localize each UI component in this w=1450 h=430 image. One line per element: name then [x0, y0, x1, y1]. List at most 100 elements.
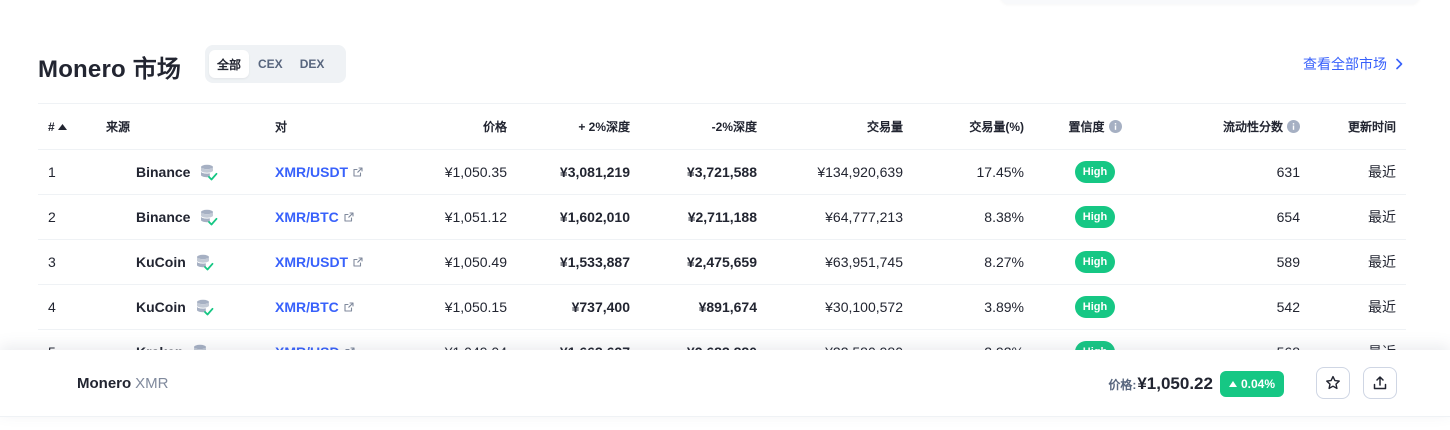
- cell-depth-minus: ¥3,721,588: [686, 164, 757, 180]
- sticky-price-bar: Monero XMR 价格: ¥1,050.22 0.04%: [0, 350, 1450, 417]
- pair-link[interactable]: XMR/USDT: [275, 164, 348, 180]
- confidence-badge: High: [1075, 161, 1115, 183]
- col-source[interactable]: 来源: [96, 104, 265, 150]
- markets-table-body: 1 Binance XMR/USDT ¥1,050.35 ¥3,081,219 ¥3,72…: [38, 150, 1406, 375]
- share-button[interactable]: [1363, 367, 1397, 399]
- verified-exchange-icon: [196, 205, 220, 229]
- page-title: Monero 市场: [38, 56, 182, 83]
- cell-liquidity: 631: [1156, 150, 1310, 195]
- verified-exchange-icon: [192, 295, 216, 319]
- cell-price: ¥1,050.35: [444, 164, 507, 180]
- markets-header: Monero 市场 全部 CEX DEX 查看全部市场: [38, 44, 1405, 84]
- cell-confidence: High: [1034, 150, 1156, 195]
- price-change-value: 0.04%: [1240, 377, 1275, 391]
- cell-source[interactable]: KuCoin: [96, 285, 265, 330]
- source-name: Binance: [136, 209, 191, 225]
- col-volume-pct[interactable]: 交易量(%): [913, 104, 1034, 150]
- sort-asc-icon: [57, 123, 67, 130]
- col-volume[interactable]: 交易量: [767, 104, 913, 150]
- pair-link[interactable]: XMR/BTC: [275, 209, 339, 225]
- coin-title: Monero XMR: [77, 375, 169, 392]
- cell-depth-plus: ¥3,081,219: [559, 164, 630, 180]
- cell-source[interactable]: KuCoin: [96, 240, 265, 285]
- cell-price: ¥1,050.15: [444, 299, 507, 315]
- cell-source[interactable]: Binance: [96, 195, 265, 240]
- cell-volume: ¥30,100,572: [825, 299, 903, 315]
- table-row: 4 KuCoin XMR/BTC ¥1,050.15 ¥737,400 ¥891,674 ¥…: [38, 285, 1406, 330]
- cell-pair[interactable]: XMR/BTC: [265, 285, 401, 330]
- cell-liquidity: 542: [1156, 285, 1310, 330]
- table-row: 2 Binance XMR/BTC ¥1,051.12 ¥1,602,010 ¥2,711…: [38, 195, 1406, 240]
- price-label: 价格:: [1108, 377, 1137, 392]
- source-name: Binance: [136, 164, 191, 180]
- confidence-badge: High: [1075, 251, 1115, 273]
- col-liquidity[interactable]: 流动性分数: [1156, 104, 1310, 150]
- cell-rank: 1: [48, 164, 56, 180]
- cell-pair[interactable]: XMR/BTC: [265, 195, 401, 240]
- top-search-box[interactable]: [1000, 0, 1420, 4]
- cell-liquidity: 654: [1156, 195, 1310, 240]
- table-row: 1 Binance XMR/USDT ¥1,050.35 ¥3,081,219 ¥3,72…: [38, 150, 1406, 195]
- price-change-badge: 0.04%: [1219, 371, 1284, 397]
- price-value: ¥1,050.22: [1137, 374, 1213, 393]
- tab-all[interactable]: 全部: [209, 50, 250, 78]
- verified-exchange-icon: [196, 160, 220, 184]
- col-depth-minus[interactable]: -2%深度: [640, 104, 767, 150]
- cell-rank: 3: [48, 254, 56, 270]
- cell-updated: 最近: [1368, 299, 1396, 315]
- cell-depth-plus: ¥1,533,887: [559, 254, 630, 270]
- coin-name: Monero: [77, 375, 132, 392]
- cell-updated: 最近: [1368, 209, 1396, 225]
- cell-confidence: High: [1034, 285, 1156, 330]
- col-confidence[interactable]: 置信度: [1034, 104, 1156, 150]
- table-row: 3 KuCoin XMR/USDT ¥1,050.49 ¥1,533,887 ¥2,475…: [38, 240, 1406, 285]
- tab-dex[interactable]: DEX: [292, 50, 333, 78]
- cell-volume-pct: 8.38%: [984, 209, 1024, 225]
- chevron-right-icon: [1396, 58, 1403, 70]
- tab-cex[interactable]: CEX: [250, 50, 291, 78]
- price-display: 价格: ¥1,050.22 0.04%: [1108, 370, 1284, 398]
- cell-confidence: High: [1034, 195, 1156, 240]
- view-all-markets-link[interactable]: 查看全部市场: [1303, 54, 1405, 74]
- cell-volume-pct: 3.89%: [984, 299, 1024, 315]
- cell-volume: ¥63,951,745: [825, 254, 903, 270]
- confidence-badge: High: [1075, 206, 1115, 228]
- star-icon: [1326, 375, 1340, 390]
- cell-source[interactable]: Binance: [96, 150, 265, 195]
- col-price[interactable]: 价格: [401, 104, 517, 150]
- liquidity-score: 542: [1276, 299, 1300, 315]
- col-depth-plus[interactable]: + 2%深度: [517, 104, 640, 150]
- liquidity-score: 654: [1276, 209, 1300, 225]
- col-rank[interactable]: #: [38, 104, 96, 150]
- info-icon[interactable]: [1108, 120, 1122, 133]
- external-link-icon: [348, 167, 363, 177]
- pair-link[interactable]: XMR/BTC: [275, 299, 339, 315]
- cell-updated: 最近: [1368, 254, 1396, 270]
- col-pair[interactable]: 对: [265, 104, 401, 150]
- caret-up-icon: [1228, 381, 1237, 387]
- cell-rank: 2: [48, 209, 56, 225]
- cell-volume: ¥134,920,639: [817, 164, 903, 180]
- markets-table: # 来源 对 价格 + 2%深度 -2%深度 交易量 交易量(%) 置信度 流动…: [38, 103, 1406, 375]
- watchlist-star-button[interactable]: [1316, 367, 1350, 399]
- liquidity-score: 631: [1276, 164, 1300, 180]
- external-link-icon: [348, 257, 363, 267]
- market-type-toggle: 全部 CEX DEX: [205, 45, 346, 83]
- external-link-icon: [339, 302, 354, 312]
- cell-depth-minus: ¥2,711,188: [687, 209, 757, 225]
- col-updated[interactable]: 更新时间: [1310, 104, 1406, 150]
- cell-updated: 最近: [1368, 164, 1396, 180]
- pair-link[interactable]: XMR/USDT: [275, 254, 348, 270]
- cell-depth-minus: ¥2,475,659: [686, 254, 757, 270]
- external-link-icon: [339, 212, 354, 222]
- source-name: KuCoin: [136, 299, 186, 315]
- info-icon[interactable]: [1287, 120, 1300, 133]
- cell-pair[interactable]: XMR/USDT: [265, 240, 401, 285]
- cell-liquidity: 589: [1156, 240, 1310, 285]
- cell-pair[interactable]: XMR/USDT: [265, 150, 401, 195]
- view-all-label: 查看全部市场: [1303, 56, 1387, 72]
- cell-depth-plus: ¥737,400: [571, 299, 630, 315]
- cell-price: ¥1,051.12: [444, 209, 507, 225]
- liquidity-score: 589: [1276, 254, 1300, 270]
- cell-price: ¥1,050.49: [444, 254, 507, 270]
